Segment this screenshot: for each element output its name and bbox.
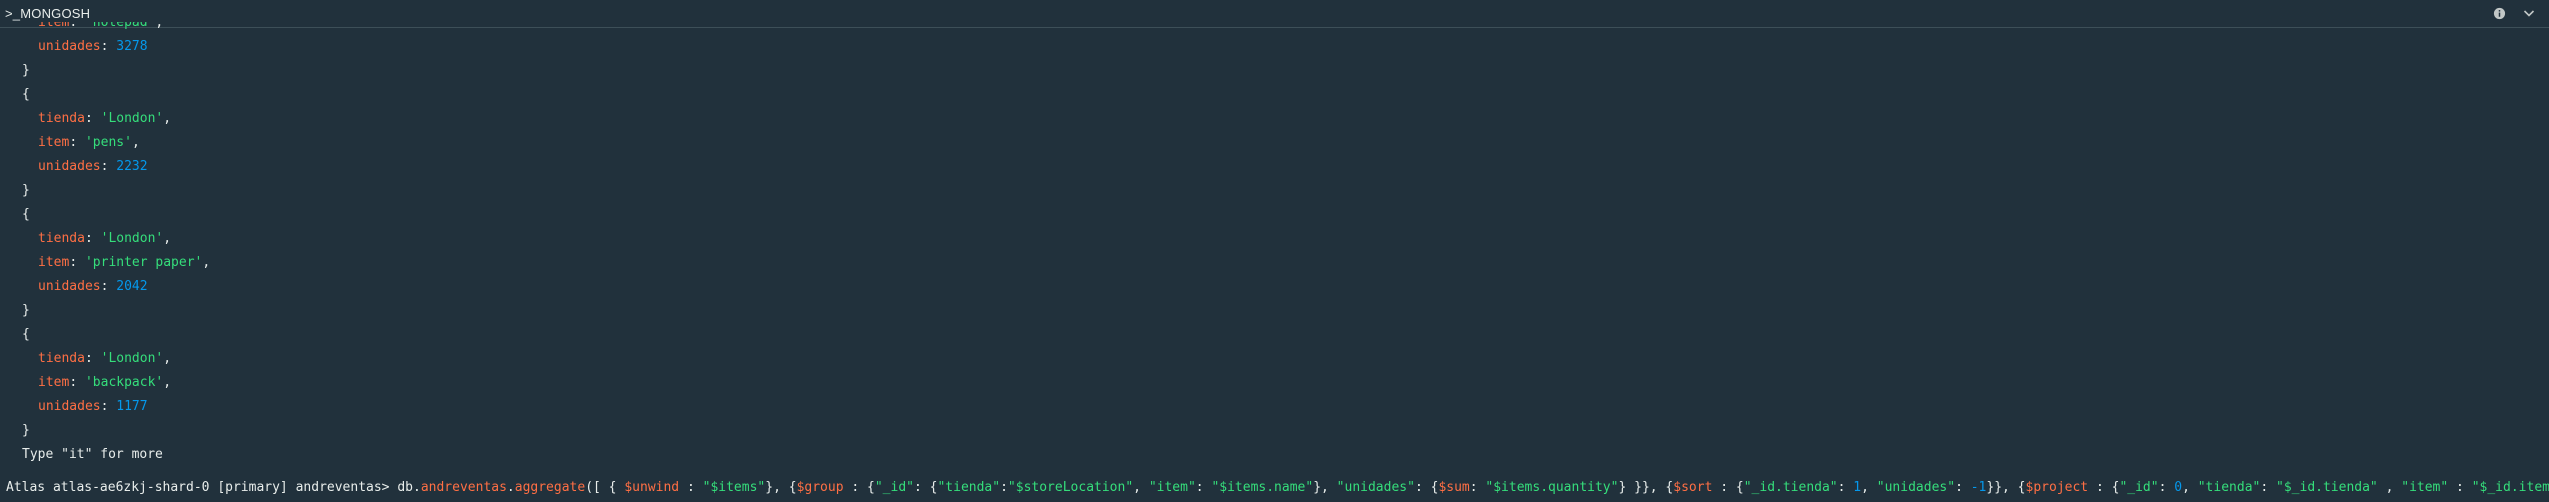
output-line: }	[22, 63, 30, 78]
output-line: tienda: 'London',	[38, 231, 172, 246]
output-line: {	[22, 87, 30, 102]
output-line: }	[22, 423, 30, 438]
output-line: }	[22, 303, 30, 318]
output-line: {	[22, 327, 30, 342]
output-line: unidades: 2232	[38, 159, 148, 174]
shell-title: >_MONGOSH	[5, 6, 91, 21]
prompt-prefix: Atlas atlas-ae6zkj-shard-0 [primary] and…	[6, 480, 398, 495]
output-line: unidades: 1177	[38, 399, 148, 414]
more-hint: Type "it" for more	[22, 447, 163, 462]
output-line: item: 'backpack',	[38, 375, 172, 390]
output-line: tienda: 'London',	[38, 111, 172, 126]
chevron-down-icon[interactable]	[2521, 5, 2537, 21]
info-icon[interactable]	[2491, 5, 2507, 21]
output-line: item: 'pens',	[38, 135, 140, 150]
output-line: }	[22, 183, 30, 198]
output-line: unidades: 3278	[38, 39, 148, 54]
output-line: tienda: 'London',	[38, 351, 172, 366]
output-line: item: 'notepad',	[38, 22, 164, 30]
output-line: item: 'printer paper',	[38, 255, 211, 270]
shell-output: item: 'notepad', unidades: 3278 } { tien…	[0, 22, 2549, 477]
output-line: {	[22, 207, 30, 222]
output-line: unidades: 2042	[38, 279, 148, 294]
shell-input[interactable]: Atlas atlas-ae6zkj-shard-0 [primary] and…	[6, 478, 2549, 498]
